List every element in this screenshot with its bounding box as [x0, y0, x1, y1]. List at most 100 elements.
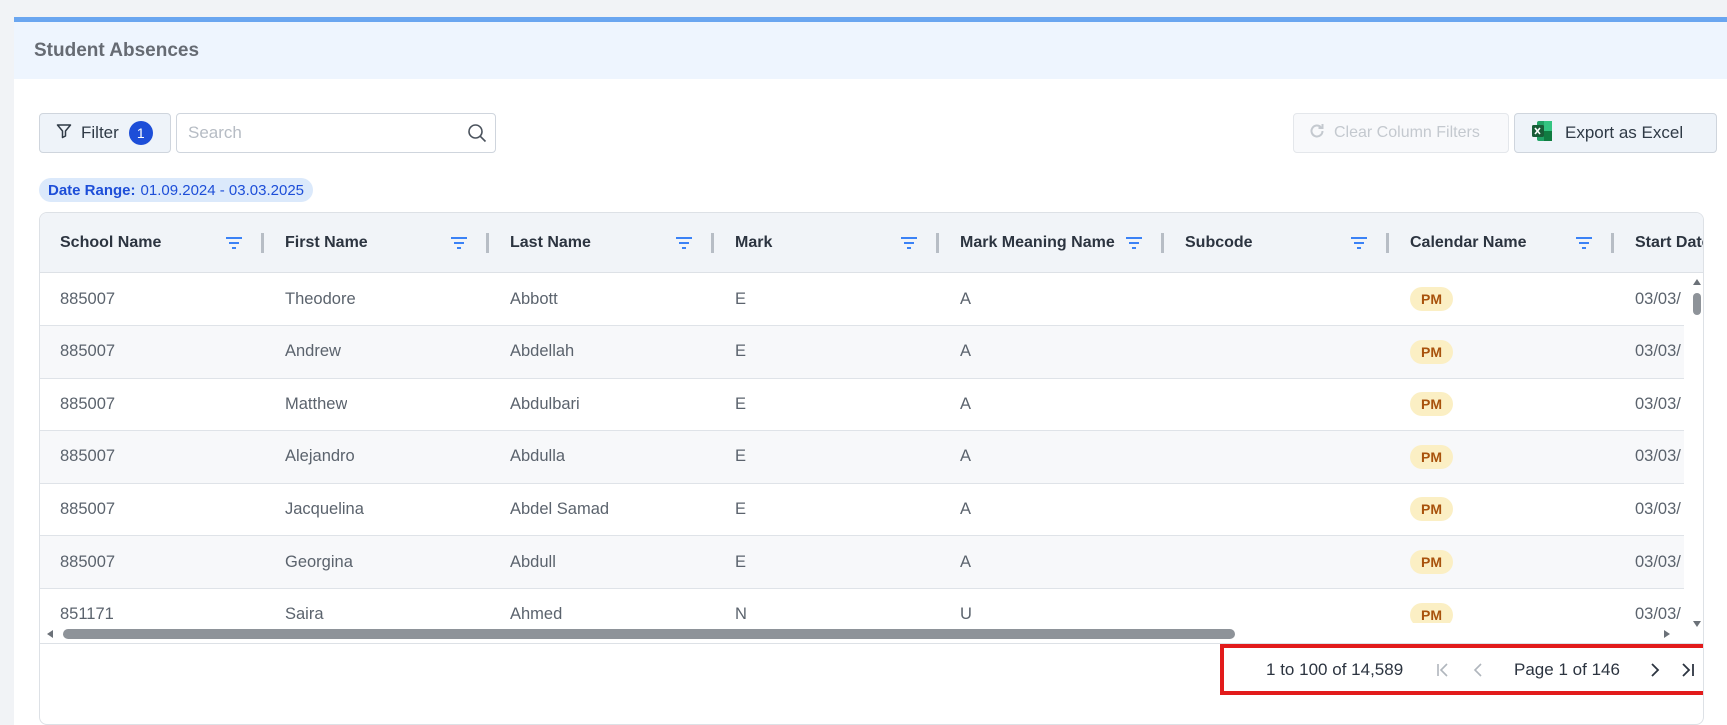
column-header-last-name[interactable]: Last Name [490, 213, 591, 273]
cell-first: Theodore [285, 289, 356, 308]
cell-meaning: A [960, 289, 972, 308]
date-range-chip[interactable]: Date Range: 01.09.2024 - 03.03.2025 [39, 178, 314, 202]
cell-calendar: PM [1390, 589, 1453, 623]
cell-subcode [1165, 589, 1185, 623]
cell-subcode [1165, 326, 1185, 378]
cell-subcode [1165, 536, 1185, 588]
refresh-icon [1308, 122, 1326, 145]
cell-meaning: A [960, 394, 972, 413]
calendar-badge: PM [1410, 287, 1453, 311]
table-row[interactable]: 885007 Matthew Abdulbari E A PM 03/03/ [40, 378, 1684, 432]
vertical-scroll-thumb[interactable] [1693, 293, 1701, 315]
column-filter-icon[interactable] [1125, 234, 1143, 257]
column-filter-icon[interactable] [450, 234, 468, 257]
date-range-key: Date Range: [48, 181, 136, 199]
calendar-badge: PM [1410, 392, 1453, 417]
first-page-icon[interactable] [1434, 661, 1452, 679]
cell-last: Abdull [510, 552, 556, 571]
calendar-badge: PM [1410, 602, 1453, 623]
column-header-start-date[interactable]: Start Date [1615, 213, 1703, 273]
search-icon[interactable] [467, 123, 487, 148]
column-resize-handle[interactable] [261, 233, 264, 253]
cell-school: 885007 [60, 447, 116, 466]
column-header-first-name[interactable]: First Name [265, 213, 368, 273]
absences-grid: School Name First Name Last Name Mark Mark M… [39, 212, 1704, 725]
cell-calendar: PM [1390, 536, 1453, 588]
filter-count-badge: 1 [128, 121, 153, 145]
column-resize-handle[interactable] [1386, 233, 1389, 253]
column-resize-handle[interactable] [936, 233, 939, 253]
filter-icon [56, 123, 72, 144]
cell-last: Abdulbari [510, 394, 580, 413]
cell-school: 885007 [60, 552, 116, 571]
column-resize-handle[interactable] [1611, 233, 1614, 253]
table-row[interactable]: 885007 Alejandro Abdulla E A PM 03/03/ [40, 430, 1684, 484]
next-page-icon[interactable] [1646, 661, 1664, 679]
cell-meaning: A [960, 447, 972, 466]
column-filter-icon[interactable] [900, 234, 918, 257]
card-header: Student Absences [14, 22, 1727, 79]
vertical-scrollbar[interactable] [1688, 273, 1703, 633]
table-row[interactable]: 885007 Andrew Abdellah E A PM 03/03/ [40, 325, 1684, 379]
column-resize-handle[interactable] [711, 233, 714, 253]
cell-subcode [1165, 483, 1185, 535]
calendar-badge: PM [1410, 497, 1453, 522]
cell-school: 885007 [60, 289, 116, 308]
last-page-icon[interactable] [1679, 661, 1697, 679]
cell-mark: E [735, 552, 747, 571]
column-resize-handle[interactable] [486, 233, 489, 253]
cell-start: 03/03/ [1635, 342, 1681, 361]
cell-meaning: A [960, 552, 972, 571]
search-input[interactable] [177, 114, 447, 152]
column-filter-icon[interactable] [675, 234, 693, 257]
date-range-value: 01.09.2024 - 03.03.2025 [140, 181, 305, 199]
prev-page-icon[interactable] [1469, 661, 1487, 679]
export-excel-label: Export as Excel [1565, 123, 1684, 142]
excel-icon [1531, 120, 1553, 147]
column-header-mark[interactable]: Mark [715, 213, 772, 273]
cell-calendar: PM [1390, 431, 1453, 483]
table-row[interactable]: 885007 Theodore Abbott E A PM 03/03/ [40, 273, 1684, 326]
table-row[interactable]: 851171 Saira Ahmed N U PM 03/03/ [40, 589, 1684, 623]
cell-last: Abdel Samad [510, 499, 610, 518]
horizontal-scrollbar[interactable] [40, 623, 1684, 643]
column-resize-handle[interactable] [1161, 233, 1164, 253]
cell-first: Saira [285, 605, 324, 623]
column-header-school-name[interactable]: School Name [40, 213, 161, 273]
table-row[interactable]: 885007 Georgina Abdull E A PM 03/03/ [40, 536, 1684, 589]
column-filter-icon[interactable] [1575, 234, 1593, 257]
cell-mark: E [735, 447, 747, 466]
cell-start: 03/03/ [1635, 552, 1681, 571]
cell-start: 03/03/ [1635, 289, 1681, 308]
clear-column-filters-label: Clear Column Filters [1334, 124, 1480, 141]
grid-body: 885007 Theodore Abbott E A PM 03/03/885007 Andr… [40, 273, 1684, 623]
clear-column-filters-button[interactable]: Clear Column Filters [1293, 113, 1509, 153]
grid-header-row: School Name First Name Last Name Mark Mark M… [40, 213, 1703, 273]
cell-subcode [1165, 431, 1185, 483]
cell-mark: E [735, 394, 747, 413]
cell-mark: E [735, 342, 747, 361]
cell-last: Abbott [510, 289, 558, 308]
cell-start: 03/03/ [1635, 447, 1681, 466]
export-excel-button[interactable]: Export as Excel [1514, 113, 1717, 153]
cell-first: Jacquelina [285, 499, 364, 518]
column-header-subcode[interactable]: Subcode [1165, 213, 1253, 273]
cell-last: Ahmed [510, 605, 563, 623]
column-filter-icon[interactable] [1350, 234, 1368, 257]
calendar-badge: PM [1410, 339, 1453, 364]
page-indicator: Page 1 of 146 [1514, 659, 1620, 679]
column-filter-icon[interactable] [225, 234, 243, 257]
cell-last: Abdulla [510, 447, 566, 466]
cell-first: Andrew [285, 342, 341, 361]
filter-label: Filter [81, 123, 119, 142]
cell-start: 03/03/ [1635, 394, 1681, 413]
table-row[interactable]: 885007 Jacquelina Abdel Samad E A PM 03/03/ [40, 483, 1684, 537]
grid-footer: 1 to 100 of 14,589 Page 1 of 146 [40, 643, 1703, 724]
cell-school: 885007 [60, 499, 116, 518]
calendar-badge: PM [1410, 444, 1453, 469]
cell-mark: N [735, 605, 747, 623]
filter-button[interactable]: Filter 1 [39, 113, 171, 153]
column-header-mark-meaning-name[interactable]: Mark Meaning Name [940, 213, 1115, 273]
column-header-calendar-name[interactable]: Calendar Name [1390, 213, 1527, 273]
horizontal-scroll-thumb[interactable] [63, 629, 1235, 639]
